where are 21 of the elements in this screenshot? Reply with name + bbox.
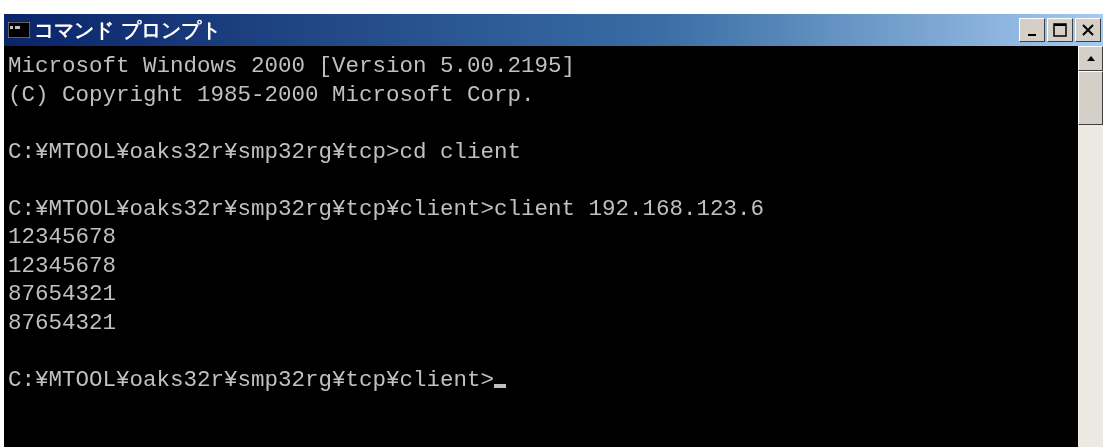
maximize-button[interactable] [1047,18,1073,42]
console-line: Microsoft Windows 2000 [Version 5.00.2195] [8,52,576,81]
console-line: 12345678 [8,251,117,280]
command-prompt-line: C:¥MTOOL¥oaks32r¥smp32rg¥tcp¥client> [8,365,495,394]
console-line: (C) Copyright 1985-2000 Microsoft Corp. [8,80,535,109]
window-title: コマンド プロンプト [34,16,222,44]
minimize-button[interactable] [1019,18,1045,42]
vertical-scrollbar[interactable] [1078,46,1103,447]
console-app-icon [8,22,30,38]
console-line: 87654321 [8,308,117,337]
console-line: 12345678 [8,223,117,252]
console-line: 87654321 [8,280,117,309]
console-line: C:¥MTOOL¥oaks32r¥smp32rg¥tcp>cd client [8,137,522,166]
scroll-thumb[interactable] [1078,71,1103,125]
minimize-icon [1028,34,1036,36]
scroll-up-button[interactable] [1078,46,1103,71]
close-button[interactable] [1075,18,1101,42]
close-icon [1082,24,1094,36]
console-line: C:¥MTOOL¥oaks32r¥smp32rg¥tcp¥client>client 192.168.123.6 [8,194,765,223]
up-arrow-icon [1086,56,1095,61]
maximize-icon [1053,23,1067,37]
